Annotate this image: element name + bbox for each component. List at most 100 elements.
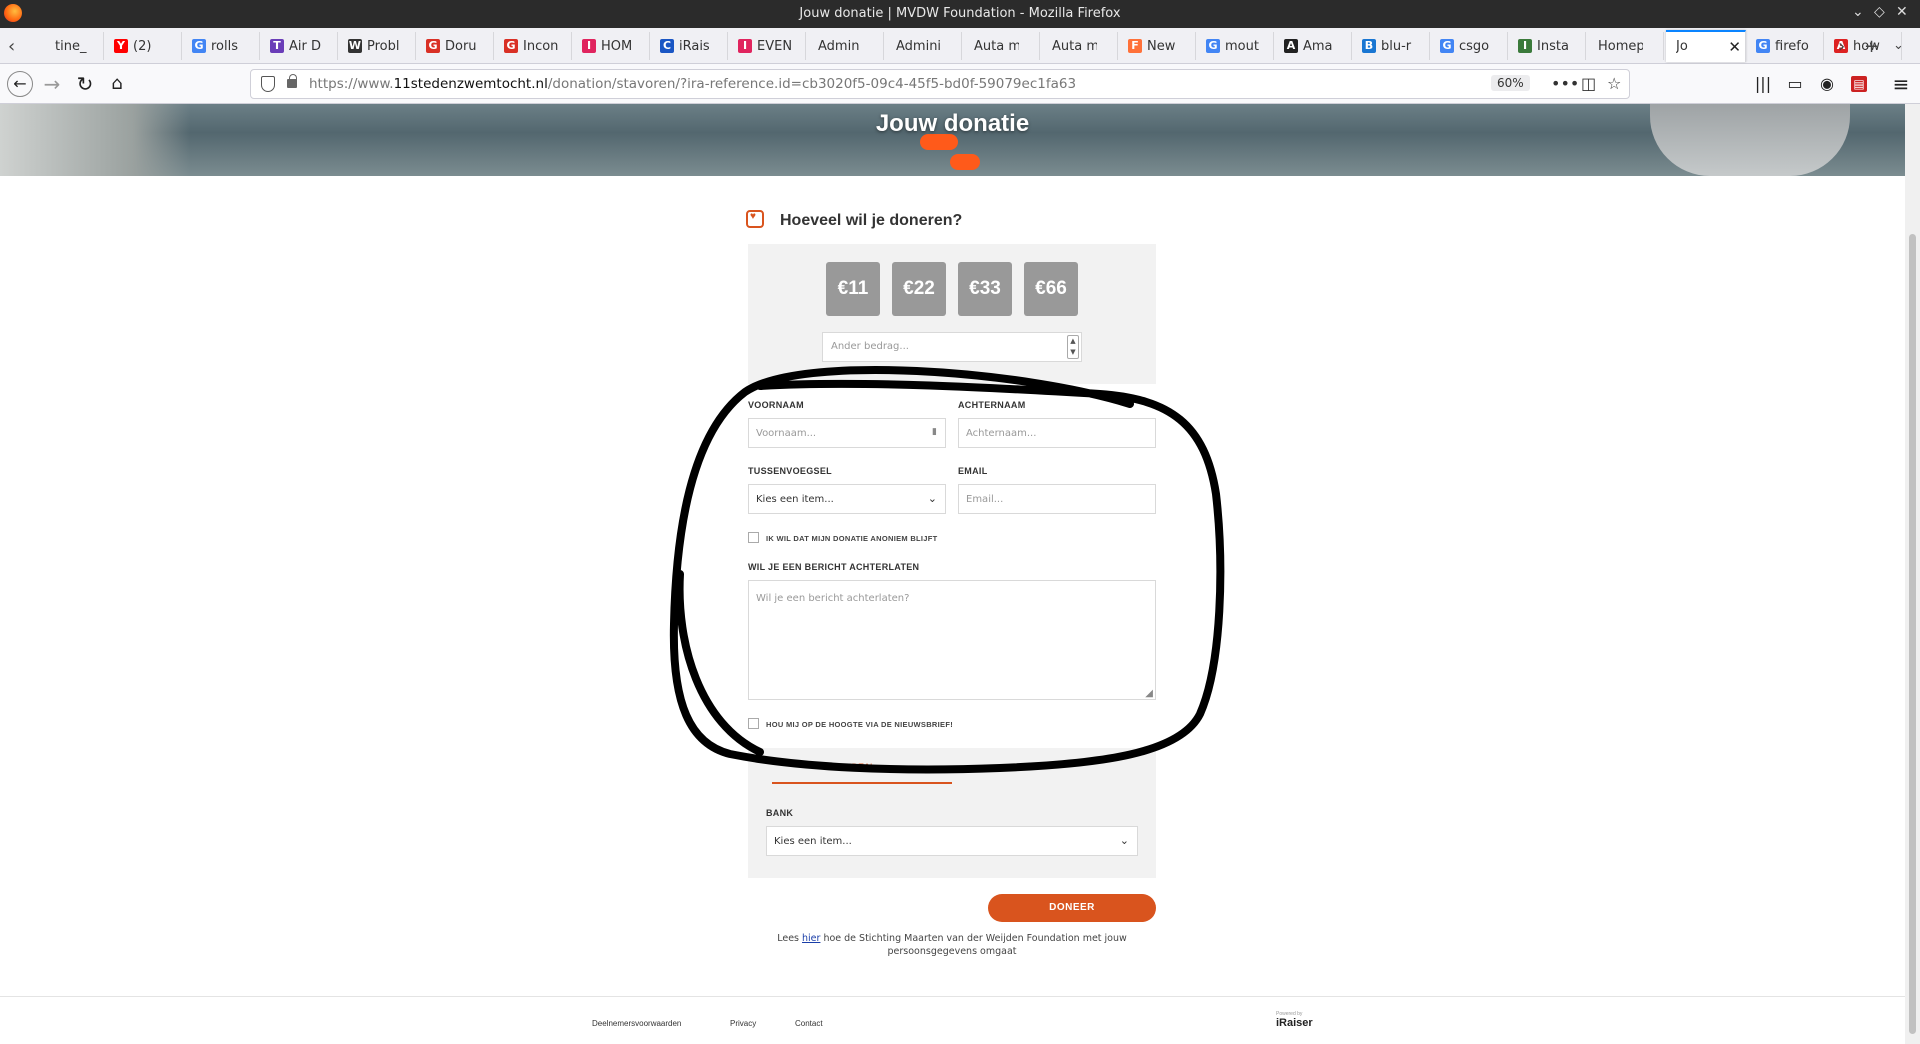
tab-label: (2) (133, 39, 152, 54)
gmail-icon: G (504, 39, 518, 53)
tab-21[interactable]: Jo ✕ (1666, 30, 1746, 62)
tab-19[interactable]: I Insta (1510, 32, 1586, 60)
other-amount-input[interactable]: Ander bedrag... ▲ ▼ (822, 332, 1082, 362)
infix-select[interactable]: Kies een item... ⌄ (748, 484, 946, 514)
tracking-protection-icon[interactable] (261, 76, 275, 92)
library-icon[interactable]: ||| (1750, 71, 1776, 97)
donate-button[interactable]: DONEER (988, 894, 1156, 922)
privacy-note: Lees hier hoe de Stichting Maarten van d… (777, 933, 1127, 957)
footer-link-contact[interactable]: Contact (795, 1019, 823, 1028)
tab-14[interactable]: F New (1120, 32, 1196, 60)
tab-10[interactable]: Admin iR (808, 32, 884, 60)
number-spinner-icon[interactable]: ▲ ▼ (1067, 335, 1079, 359)
tab-17[interactable]: Bblu-r (1354, 32, 1430, 60)
infix-label: TUSSENVOEGSEL (748, 466, 832, 476)
footer-link-terms[interactable]: Deelnemersvoorwaarden (592, 1019, 681, 1028)
tab-18[interactable]: Gcsgo (1432, 32, 1508, 60)
tab-4[interactable]: W Probl (340, 32, 416, 60)
tab-label: Admin iR (818, 39, 863, 54)
first-name-field[interactable]: Voornaam... ▮ (748, 418, 946, 448)
menu-icon[interactable]: ≡ (1888, 71, 1914, 97)
lock-icon[interactable] (287, 74, 297, 88)
amount-button-11[interactable]: €11 (826, 262, 880, 316)
newsletter-label: HOU MIJ OP DE HOOGTE VIA DE NIEUWSBRIEF! (766, 720, 954, 729)
page-scrollbar[interactable] (1905, 104, 1920, 1044)
tab-11[interactable]: Administ (886, 32, 962, 60)
tab-3[interactable]: T Air D (262, 32, 338, 60)
tab-2[interactable]: Grolls (184, 32, 260, 60)
tab-16[interactable]: A Ama (1276, 32, 1352, 60)
autofill-icon[interactable]: ▮ (932, 427, 937, 437)
iraiser-logo[interactable]: Powered by iRaiser (1276, 1011, 1313, 1029)
email-field[interactable]: Email... (958, 484, 1156, 514)
privacy-link[interactable]: hier (802, 933, 820, 944)
tabs-scroll-left-icon[interactable]: ‹ (8, 36, 15, 57)
tab-22[interactable]: Gfirefo (1748, 32, 1824, 60)
bookmark-star-icon[interactable]: ☆ (1607, 74, 1621, 93)
footer-link-privacy[interactable]: Privacy (730, 1019, 756, 1028)
message-textarea[interactable]: Wil je een bericht achterlaten? ◢ (748, 580, 1156, 700)
tab-label: Doru (445, 39, 477, 54)
pocket-icon[interactable]: ◫ (1581, 74, 1596, 93)
google-icon: G (1440, 39, 1454, 53)
zoom-level[interactable]: 60% (1491, 75, 1530, 91)
tab-label: Ama (1303, 39, 1333, 54)
url-text[interactable]: https://www.11stedenzwemtocht.nl/donatio… (309, 76, 1076, 92)
tab-9[interactable]: I EVEN (730, 32, 806, 60)
tab-1[interactable]: Y (2) (106, 32, 182, 60)
tab-5[interactable]: G Doru (418, 32, 494, 60)
reload-icon[interactable]: ↻ (72, 71, 98, 97)
extension-icon[interactable]: ▤ (1851, 76, 1867, 92)
close-window-icon[interactable]: ✕ (1896, 4, 1908, 20)
url-bar[interactable]: https://www.11stedenzwemtocht.nl/donatio… (250, 69, 1630, 99)
tab-0[interactable]: tine_ (28, 32, 104, 60)
tab-label: tine_ (55, 39, 87, 54)
tab-7[interactable]: I HOM (574, 32, 650, 60)
iraiser-icon: I (738, 39, 752, 53)
tabs-scroll-right-icon[interactable]: › (1838, 36, 1845, 57)
tab-8[interactable]: CiRais (652, 32, 728, 60)
back-icon[interactable]: ← (7, 71, 33, 97)
gmail-icon: G (426, 39, 440, 53)
anonymous-label: IK WIL DAT MIJN DONATIE ANONIEM BLIJFT (766, 534, 938, 543)
amount-button-66[interactable]: €66 (1024, 262, 1078, 316)
insta-icon: I (1518, 39, 1532, 53)
tab-label: Probl (367, 39, 400, 54)
window-titlebar: Jouw donatie | MVDW Foundation - Mozilla… (0, 0, 1920, 28)
amount-button-22[interactable]: €22 (892, 262, 946, 316)
tab-label: firefo (1775, 39, 1809, 54)
tab-label: Jo (1676, 39, 1688, 54)
chevron-down-icon: ⌄ (927, 492, 937, 505)
google-icon: G (192, 39, 206, 53)
account-icon[interactable]: ◉ (1814, 71, 1840, 97)
anonymous-checkbox[interactable] (748, 532, 759, 543)
tab-list-icon[interactable]: ⌄ (1893, 38, 1904, 53)
tab-label: Administ (896, 39, 941, 54)
last-name-field[interactable]: Achternaam... (958, 418, 1156, 448)
tab-label: iRais (679, 39, 710, 54)
resize-handle-icon[interactable]: ◢ (1145, 688, 1153, 699)
window-title: Jouw donatie | MVDW Foundation - Mozilla… (799, 6, 1121, 21)
close-tab-icon[interactable]: ✕ (1728, 38, 1741, 56)
google-icon: G (1756, 39, 1770, 53)
tab-6[interactable]: G Incon (496, 32, 572, 60)
tab-15[interactable]: Gmout (1198, 32, 1274, 60)
tab-label: Incon (523, 39, 559, 54)
amount-button-33[interactable]: €33 (958, 262, 1012, 316)
tab-12[interactable]: Auta me (964, 32, 1040, 60)
scrollbar-thumb[interactable] (1909, 234, 1916, 1034)
page-actions-icon[interactable]: ••• (1551, 74, 1579, 93)
maximize-icon[interactable]: ◇ (1874, 4, 1885, 20)
new-tab-icon[interactable]: + (1864, 36, 1879, 57)
forward-icon[interactable]: → (39, 71, 65, 97)
home-icon[interactable]: ⌂ (104, 71, 130, 97)
navigation-bar: ← → ↻ ⌂ https://www.11stedenzwemtocht.nl… (0, 64, 1920, 104)
tab-20[interactable]: Homepa (1588, 32, 1664, 60)
tab-ideal[interactable]: IDEAL (772, 762, 952, 784)
tab-13[interactable]: Auta me (1042, 32, 1118, 60)
newsletter-checkbox[interactable] (748, 718, 759, 729)
bank-select[interactable]: Kies een item... ⌄ (766, 826, 1138, 856)
sidebar-icon[interactable]: ▭ (1782, 71, 1808, 97)
tab-label: Air D (289, 39, 321, 54)
minimize-icon[interactable]: ⌄ (1852, 4, 1864, 20)
